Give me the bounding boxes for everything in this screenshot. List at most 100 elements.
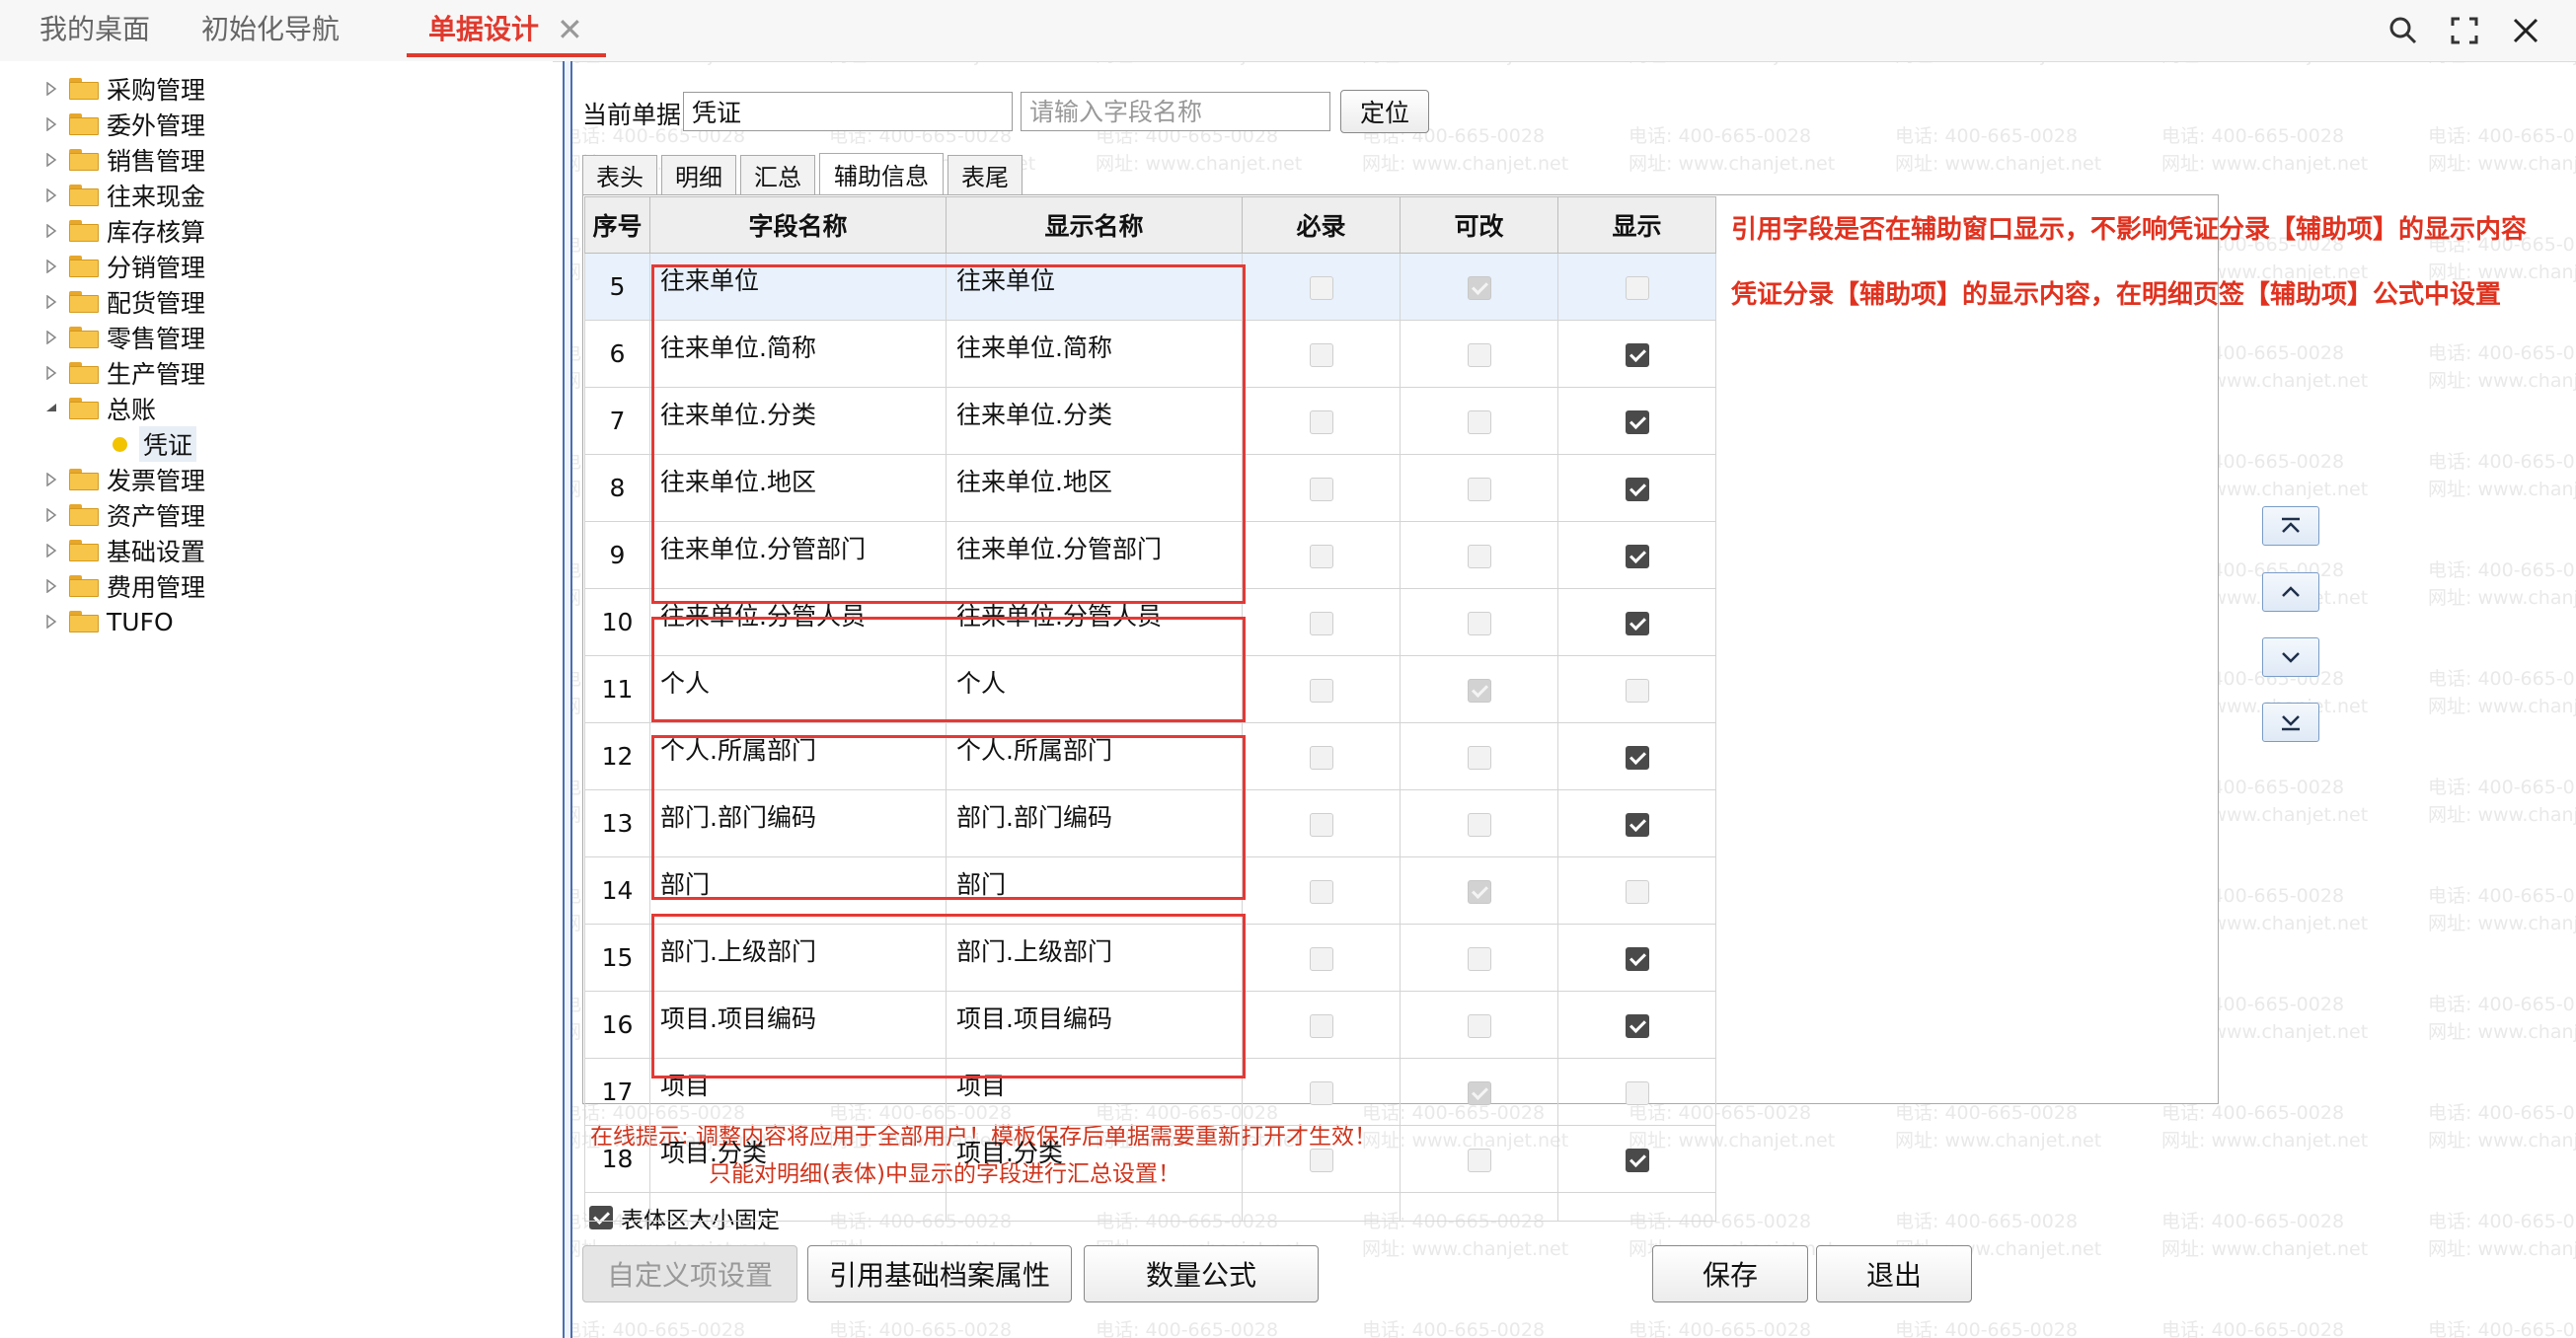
tree-leaf-item[interactable]: 凭证 bbox=[113, 426, 197, 462]
visible-cell[interactable] bbox=[1557, 521, 1716, 589]
editable-checkbox[interactable] bbox=[1467, 545, 1491, 568]
visible-cell[interactable] bbox=[1557, 588, 1716, 656]
required-cell[interactable] bbox=[1242, 320, 1401, 388]
col-header-required[interactable]: 必录 bbox=[1242, 196, 1401, 254]
move-up-button[interactable] bbox=[2262, 572, 2319, 612]
editable-cell[interactable] bbox=[1400, 320, 1558, 388]
editable-checkbox[interactable] bbox=[1467, 1081, 1491, 1105]
col-header-visible[interactable]: 显示 bbox=[1557, 196, 1716, 254]
triangle-right-icon[interactable] bbox=[39, 219, 63, 243]
field-name-cell[interactable]: 往来单位 bbox=[649, 253, 947, 321]
required-checkbox[interactable] bbox=[1309, 410, 1333, 434]
triangle-right-icon[interactable] bbox=[39, 468, 63, 491]
editable-cell[interactable] bbox=[1400, 924, 1558, 992]
display-name-cell[interactable]: 往来单位.简称 bbox=[946, 320, 1243, 388]
table-row[interactable]: 18 项目.分类 项目.分类 bbox=[584, 1125, 1716, 1193]
col-header-editable[interactable]: 可改 bbox=[1400, 196, 1558, 254]
tree-item[interactable]: 总账 bbox=[39, 391, 156, 426]
editable-cell[interactable] bbox=[1400, 1125, 1558, 1193]
editable-cell[interactable] bbox=[1400, 1058, 1558, 1126]
editable-checkbox[interactable] bbox=[1467, 746, 1491, 770]
field-search-input[interactable] bbox=[1021, 92, 1330, 131]
row-number[interactable]: 10 bbox=[584, 588, 650, 656]
field-name-cell[interactable]: 部门 bbox=[649, 856, 947, 925]
tab-my-desktop[interactable]: 我的桌面 bbox=[39, 10, 150, 49]
triangle-right-icon[interactable] bbox=[39, 574, 63, 598]
required-cell[interactable] bbox=[1242, 454, 1401, 522]
required-checkbox[interactable] bbox=[1309, 679, 1333, 703]
display-name-cell[interactable]: 往来单位.分类 bbox=[946, 387, 1243, 455]
required-cell[interactable] bbox=[1242, 924, 1401, 992]
triangle-right-icon[interactable] bbox=[39, 112, 63, 136]
visible-checkbox[interactable] bbox=[1625, 1014, 1649, 1038]
display-name-cell[interactable]: 部门.上级部门 bbox=[946, 924, 1243, 992]
editable-checkbox[interactable] bbox=[1467, 880, 1491, 904]
editable-checkbox[interactable] bbox=[1467, 1149, 1491, 1172]
field-name-cell[interactable]: 往来单位.简称 bbox=[649, 320, 947, 388]
visible-cell[interactable] bbox=[1557, 1058, 1716, 1126]
table-row[interactable]: 11 个人 个人 bbox=[584, 655, 1716, 723]
row-number[interactable]: 11 bbox=[584, 655, 650, 723]
editable-cell[interactable] bbox=[1400, 655, 1558, 723]
field-name-cell[interactable]: 项目.项目编码 bbox=[649, 991, 947, 1059]
tree-item[interactable]: 资产管理 bbox=[39, 497, 205, 533]
editable-checkbox[interactable] bbox=[1467, 410, 1491, 434]
required-cell[interactable] bbox=[1242, 1058, 1401, 1126]
row-number[interactable]: 17 bbox=[584, 1058, 650, 1126]
required-cell[interactable] bbox=[1242, 588, 1401, 656]
editable-cell[interactable] bbox=[1400, 387, 1558, 455]
visible-cell[interactable] bbox=[1557, 253, 1716, 321]
visible-cell[interactable] bbox=[1557, 991, 1716, 1059]
tab-aux-info[interactable]: 辅助信息 bbox=[819, 153, 944, 194]
table-row[interactable]: 6 往来单位.简称 往来单位.简称 bbox=[584, 320, 1716, 388]
display-name-cell[interactable]: 项目 bbox=[946, 1058, 1243, 1126]
required-cell[interactable] bbox=[1242, 521, 1401, 589]
tree-item[interactable]: 委外管理 bbox=[39, 107, 205, 142]
triangle-right-icon[interactable] bbox=[39, 148, 63, 172]
table-row[interactable]: 17 项目 项目 bbox=[584, 1058, 1716, 1126]
tree-item[interactable]: 配货管理 bbox=[39, 284, 205, 320]
display-name-cell[interactable]: 往来单位 bbox=[946, 253, 1243, 321]
tab-init-guide[interactable]: 初始化导航 bbox=[201, 10, 340, 49]
save-button[interactable]: 保存 bbox=[1652, 1245, 1808, 1302]
required-checkbox[interactable] bbox=[1309, 947, 1333, 971]
field-name-cell[interactable]: 个人.所属部门 bbox=[649, 722, 947, 790]
locate-button[interactable]: 定位 bbox=[1340, 90, 1429, 133]
triangle-right-icon[interactable] bbox=[39, 77, 63, 101]
display-name-cell[interactable]: 部门.部门编码 bbox=[946, 789, 1243, 857]
tree-item[interactable]: 零售管理 bbox=[39, 320, 205, 355]
editable-checkbox[interactable] bbox=[1467, 1014, 1491, 1038]
table-row[interactable]: 8 往来单位.地区 往来单位.地区 bbox=[584, 454, 1716, 522]
triangle-right-icon[interactable] bbox=[39, 539, 63, 562]
row-number[interactable]: 13 bbox=[584, 789, 650, 857]
required-cell[interactable] bbox=[1242, 722, 1401, 790]
required-cell[interactable] bbox=[1242, 253, 1401, 321]
table-row[interactable]: 7 往来单位.分类 往来单位.分类 bbox=[584, 387, 1716, 455]
visible-checkbox[interactable] bbox=[1625, 612, 1649, 635]
table-row[interactable]: 15 部门.上级部门 部门.上级部门 bbox=[584, 924, 1716, 992]
table-row[interactable]: 9 往来单位.分管部门 往来单位.分管部门 bbox=[584, 521, 1716, 589]
required-checkbox[interactable] bbox=[1309, 1081, 1333, 1105]
required-cell[interactable] bbox=[1242, 387, 1401, 455]
required-checkbox[interactable] bbox=[1309, 813, 1333, 837]
required-cell[interactable] bbox=[1242, 655, 1401, 723]
tree-item[interactable]: 采购管理 bbox=[39, 71, 205, 107]
tab-form-design[interactable]: 单据设计 bbox=[428, 10, 539, 49]
field-name-cell[interactable]: 往来单位.分管部门 bbox=[649, 521, 947, 589]
search-icon[interactable] bbox=[2379, 6, 2428, 55]
table-row[interactable]: 16 项目.项目编码 项目.项目编码 bbox=[584, 991, 1716, 1059]
visible-checkbox[interactable] bbox=[1625, 410, 1649, 434]
triangle-right-icon[interactable] bbox=[39, 255, 63, 278]
row-number[interactable]: 15 bbox=[584, 924, 650, 992]
display-name-cell[interactable]: 往来单位.分管人员 bbox=[946, 588, 1243, 656]
visible-cell[interactable] bbox=[1557, 722, 1716, 790]
field-name-cell[interactable]: 项目 bbox=[649, 1058, 947, 1126]
custom-items-button[interactable]: 自定义项设置 bbox=[582, 1245, 797, 1302]
required-cell[interactable] bbox=[1242, 789, 1401, 857]
col-header-display[interactable]: 显示名称 bbox=[946, 196, 1243, 254]
required-checkbox[interactable] bbox=[1309, 746, 1333, 770]
current-form-input[interactable] bbox=[683, 92, 1013, 131]
field-name-cell[interactable]: 个人 bbox=[649, 655, 947, 723]
triangle-right-icon[interactable] bbox=[39, 503, 63, 527]
close-window-icon[interactable] bbox=[2501, 6, 2550, 55]
